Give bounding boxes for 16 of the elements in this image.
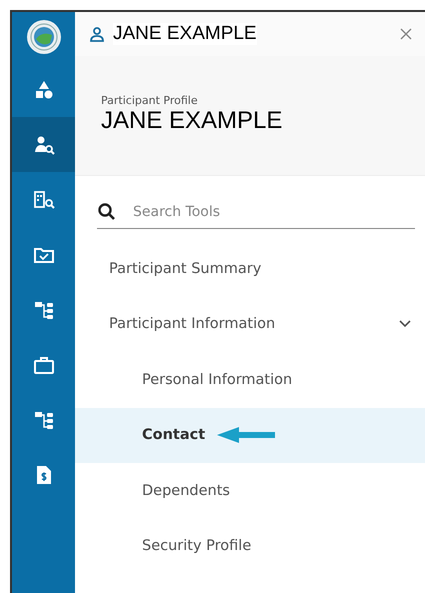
close-icon[interactable] [399,27,413,41]
participant-name: JANE EXAMPLE [101,107,284,135]
search-field[interactable]: Search Tools [131,203,415,221]
menu-item[interactable]: Personal Information [75,352,425,408]
menu-item[interactable]: Contact [75,408,425,463]
chevron-icon[interactable] [399,320,411,328]
menu-item[interactable]: Security Profile [75,518,425,574]
user-name: JANE EXAMPLE [113,23,257,45]
menu-item[interactable]: Dependents [75,463,425,518]
person-icon [89,26,105,42]
menu-item[interactable]: Participant Information [75,296,425,352]
logo-icon [26,19,62,55]
person-search-icon[interactable] [12,117,75,172]
search-icon [97,202,117,222]
menu-item[interactable]: Participant Summary [75,241,425,296]
profile-label: Participant Profile [101,94,199,107]
